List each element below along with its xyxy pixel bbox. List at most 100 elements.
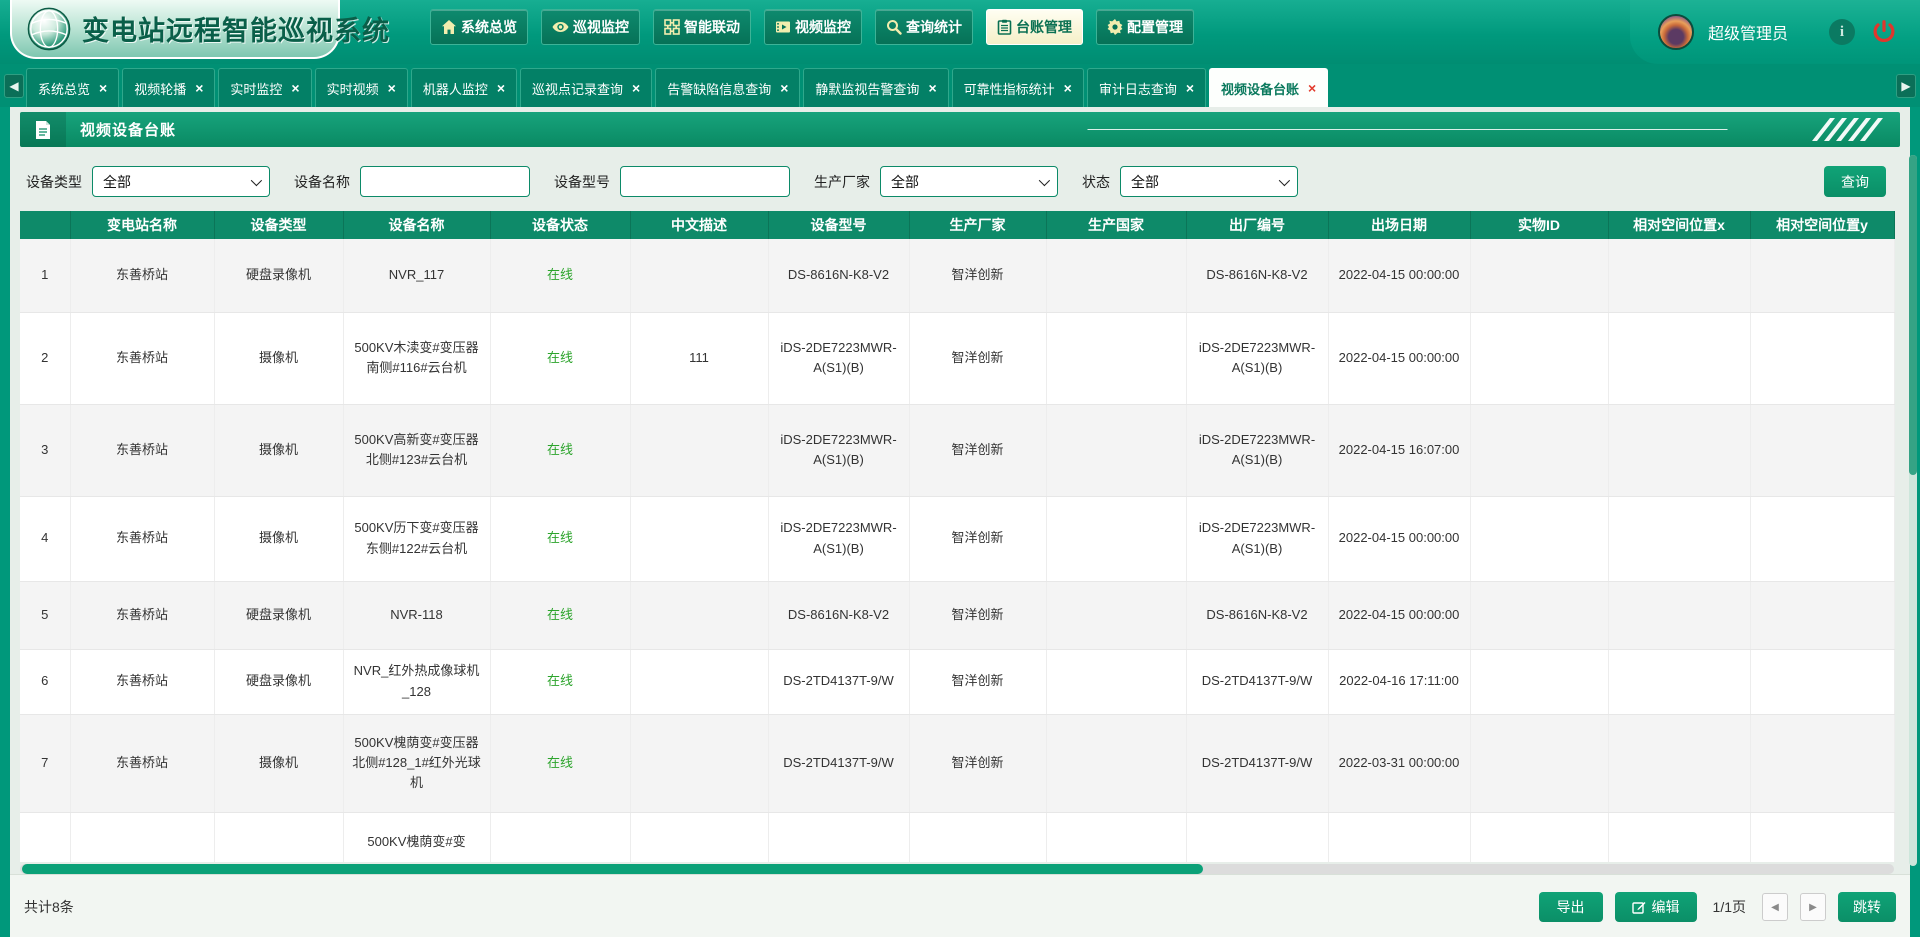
tab-robot-monitor[interactable]: 机器人监控× bbox=[411, 68, 517, 107]
tab-video-device-ledger[interactable]: 视频设备台账× bbox=[1209, 68, 1328, 107]
nav-ledger-management[interactable]: 台账管理 bbox=[986, 9, 1083, 45]
table-cell bbox=[1750, 312, 1894, 404]
table-cell: DS-8616N-K8-V2 bbox=[1186, 239, 1328, 312]
table-cell: iDS-2DE7223MWR-A(S1)(B) bbox=[1186, 404, 1328, 496]
avatar[interactable] bbox=[1658, 14, 1694, 50]
table-row[interactable]: 5东善桥站硬盘录像机NVR-118在线DS-8616N-K8-V2智洋创新DS-… bbox=[20, 581, 1894, 649]
close-icon[interactable]: × bbox=[497, 81, 505, 95]
tab-scroll-left-icon[interactable]: ◀ bbox=[4, 74, 24, 98]
tab-alarm-defect-query[interactable]: 告警缺陷信息查询× bbox=[655, 68, 800, 107]
vertical-scrollbar[interactable] bbox=[1909, 155, 1917, 866]
close-icon[interactable]: × bbox=[99, 81, 107, 95]
tab-reliability-stats[interactable]: 可靠性指标统计× bbox=[952, 68, 1084, 107]
table-cell: DS-8616N-K8-V2 bbox=[768, 239, 909, 312]
manufacturer-select[interactable]: 全部 bbox=[880, 166, 1058, 197]
table-cell bbox=[1470, 239, 1608, 312]
close-icon[interactable]: × bbox=[1308, 81, 1316, 95]
main-content: 视频设备台账 设备类型 全部 设备名称 设备型号 生产厂家 bbox=[10, 107, 1910, 874]
nav-system-overview[interactable]: 系统总览 bbox=[430, 9, 528, 45]
table-cell: DS-8616N-K8-V2 bbox=[768, 581, 909, 649]
table-cell bbox=[1470, 312, 1608, 404]
search-button[interactable]: 查询 bbox=[1824, 166, 1886, 197]
gear-icon bbox=[1107, 19, 1123, 35]
table-cell: DS-8616N-K8-V2 bbox=[1186, 581, 1328, 649]
table-cell bbox=[1750, 649, 1894, 714]
table-footer: 共计8条 导出 编辑 1/1页 ◀ ▶ 跳转 bbox=[10, 874, 1910, 937]
tab-realtime-video[interactable]: 实时视频× bbox=[315, 68, 408, 107]
horizontal-scrollbar[interactable] bbox=[20, 864, 1894, 874]
table-cell: 4 bbox=[20, 496, 70, 581]
edit-button[interactable]: 编辑 bbox=[1615, 892, 1697, 922]
export-button[interactable]: 导出 bbox=[1539, 892, 1603, 922]
scrollbar-thumb[interactable] bbox=[1909, 155, 1917, 475]
tab-realtime-monitor[interactable]: 实时监控× bbox=[218, 68, 311, 107]
device-type-label: 设备类型 bbox=[26, 172, 82, 192]
prev-page-button[interactable]: ◀ bbox=[1762, 893, 1788, 921]
chevron-down-icon bbox=[251, 174, 262, 185]
nav-inspection-monitor[interactable]: 巡视监控 bbox=[541, 9, 640, 45]
close-icon[interactable]: × bbox=[195, 81, 203, 95]
status-select[interactable]: 全部 bbox=[1120, 166, 1298, 197]
user-area: 超级管理员 i bbox=[1630, 0, 1920, 64]
table-cell bbox=[1750, 239, 1894, 312]
nav-config-management[interactable]: 配置管理 bbox=[1096, 9, 1194, 45]
table-cell bbox=[1470, 404, 1608, 496]
app-title: 变电站远程智能巡视系统 bbox=[82, 9, 390, 48]
table-cell: 1 bbox=[20, 239, 70, 312]
table-row[interactable]: 3东善桥站摄像机500KV高新变#变压器北侧#123#云台机在线iDS-2DE7… bbox=[20, 404, 1894, 496]
tab-system-overview[interactable]: 系统总览× bbox=[26, 68, 119, 107]
tab-audit-log-query[interactable]: 审计日志查询× bbox=[1087, 68, 1206, 107]
table-cell: 在线 bbox=[490, 581, 630, 649]
table-cell: 东善桥站 bbox=[70, 649, 214, 714]
table-cell bbox=[1470, 649, 1608, 714]
table-cell bbox=[1328, 812, 1470, 862]
close-icon[interactable]: × bbox=[1186, 81, 1194, 95]
status-label: 状态 bbox=[1082, 172, 1110, 192]
column-header: 相对空间位置x bbox=[1608, 211, 1750, 239]
nav-query-stats[interactable]: 查询统计 bbox=[875, 9, 973, 45]
table-cell bbox=[1046, 714, 1186, 812]
info-button[interactable]: i bbox=[1828, 18, 1856, 46]
table-cell: iDS-2DE7223MWR-A(S1)(B) bbox=[768, 312, 909, 404]
table-cell: 智洋创新 bbox=[909, 239, 1046, 312]
tab-silent-monitor-alarm-query[interactable]: 静默监视告警查询× bbox=[803, 68, 948, 107]
app-header: 变电站远程智能巡视系统 系统总览 巡视监控 智能联动 视频监控 查询统计 bbox=[0, 0, 1920, 64]
close-icon[interactable]: × bbox=[780, 81, 788, 95]
table-header-row: 变电站名称设备类型设备名称设备状态中文描述设备型号生产厂家生产国家出厂编号出场日… bbox=[20, 211, 1894, 239]
tab-inspection-record-query[interactable]: 巡视点记录查询× bbox=[520, 68, 652, 107]
close-icon[interactable]: × bbox=[388, 81, 396, 95]
filter-bar: 设备类型 全部 设备名称 设备型号 生产厂家 全部 状态 bbox=[20, 155, 1900, 208]
device-type-select[interactable]: 全部 bbox=[92, 166, 270, 197]
tab-bar: ◀ 系统总览× 视频轮播× 实时监控× 实时视频× 机器人监控× 巡视点记录查询… bbox=[0, 64, 1920, 107]
table-cell: 东善桥站 bbox=[70, 312, 214, 404]
table-cell: 7 bbox=[20, 714, 70, 812]
next-page-button[interactable]: ▶ bbox=[1800, 893, 1826, 921]
table-row[interactable]: 6东善桥站硬盘录像机NVR_红外热成像球机_128在线DS-2TD4137T-9… bbox=[20, 649, 1894, 714]
device-name-input[interactable] bbox=[360, 166, 530, 197]
tab-video-carousel[interactable]: 视频轮播× bbox=[122, 68, 215, 107]
close-icon[interactable]: × bbox=[632, 81, 640, 95]
device-model-input[interactable] bbox=[620, 166, 790, 197]
table-cell bbox=[1186, 812, 1328, 862]
table-row[interactable]: 7东善桥站摄像机500KV槐荫变#变压器北侧#128_1#红外光球机在线DS-2… bbox=[20, 714, 1894, 812]
tab-scroll-right-icon[interactable]: ▶ bbox=[1896, 74, 1916, 98]
info-icon: i bbox=[1829, 19, 1855, 45]
scrollbar-thumb[interactable] bbox=[22, 864, 1203, 874]
table-row[interactable]: 2东善桥站摄像机500KV木渎变#变压器南侧#116#云台机在线111iDS-2… bbox=[20, 312, 1894, 404]
table-cell bbox=[630, 649, 768, 714]
close-icon[interactable]: × bbox=[1064, 81, 1072, 95]
table-row[interactable]: 4东善桥站摄像机500KV历下变#变压器东侧#122#云台机在线iDS-2DE7… bbox=[20, 496, 1894, 581]
table-cell: 500KV槐荫变#变 bbox=[343, 812, 490, 862]
column-header: 生产厂家 bbox=[909, 211, 1046, 239]
table-row[interactable]: 500KV槐荫变#变 bbox=[20, 812, 1894, 862]
jump-button[interactable]: 跳转 bbox=[1838, 892, 1896, 922]
column-header: 设备名称 bbox=[343, 211, 490, 239]
close-icon[interactable]: × bbox=[928, 81, 936, 95]
logout-button[interactable] bbox=[1870, 18, 1898, 46]
table-row[interactable]: 1东善桥站硬盘录像机NVR_117在线DS-8616N-K8-V2智洋创新DS-… bbox=[20, 239, 1894, 312]
nav-video-monitor[interactable]: 视频监控 bbox=[764, 9, 862, 45]
column-header: 设备型号 bbox=[768, 211, 909, 239]
close-icon[interactable]: × bbox=[291, 81, 299, 95]
table-cell bbox=[214, 812, 343, 862]
nav-smart-linkage[interactable]: 智能联动 bbox=[653, 9, 751, 45]
